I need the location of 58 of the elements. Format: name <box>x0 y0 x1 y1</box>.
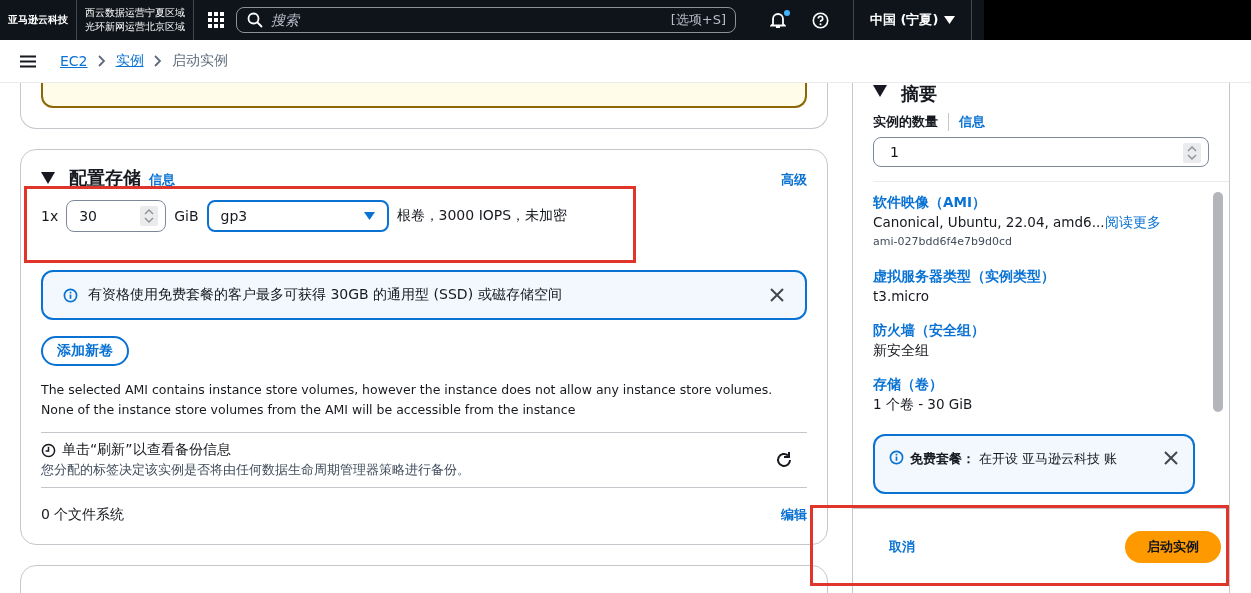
section-title: 摘要 <box>901 86 937 102</box>
file-systems-label: 0 个文件系统 <box>41 505 126 524</box>
note-text: None of the instance store volumes from the AMI will be accessible from the instance <box>41 401 577 419</box>
summary-label[interactable]: 存储（卷） <box>873 374 1207 394</box>
refresh-icon[interactable] <box>775 451 793 469</box>
scrollbar-thumb[interactable] <box>1213 192 1223 412</box>
ami-id: ami-027bdd6f4e7b9d0cd <box>873 234 1014 250</box>
breadcrumb-link[interactable]: EC2 <box>60 53 88 69</box>
instance-count-field[interactable]: 1 <box>873 137 1209 167</box>
read-more-link[interactable]: 阅读更多 <box>1104 214 1161 230</box>
breadcrumb-current: 启动实例 <box>171 52 228 70</box>
bell-icon[interactable] <box>770 11 786 29</box>
add-volume-button[interactable]: 添加新卷 <box>41 336 129 366</box>
info-icon <box>889 450 904 465</box>
region-note: 西云数据运营宁夏区域 <box>85 6 185 20</box>
caret-icon <box>944 16 956 24</box>
apps-grid-icon[interactable] <box>208 12 224 28</box>
summary-value: t3.micro <box>873 287 930 306</box>
stepper-icon[interactable] <box>1183 143 1201 163</box>
summary-label[interactable]: 防火墙（安全组） <box>873 320 1207 340</box>
region-note: 光环新网运营北京区域 <box>85 20 185 34</box>
summary-value: Canonical, Ubuntu, 22.04, amd6...阅读更多 <box>873 213 1162 232</box>
unit-label: GiB <box>174 208 199 224</box>
clock-icon <box>41 442 56 458</box>
note-text: The selected AMI contains instance store volumes, however the instance does not allow any instance store volumes. <box>41 381 774 399</box>
section-title: 配置存储 <box>69 166 141 190</box>
summary-label[interactable]: 虚拟服务器类型（实例类型） <box>873 266 1207 286</box>
caret-icon <box>363 212 375 220</box>
close-icon[interactable] <box>1163 450 1179 466</box>
help-icon[interactable] <box>812 11 829 29</box>
chevron-icon <box>97 55 106 67</box>
volume-type-select[interactable]: gp3 <box>206 200 389 232</box>
search-icon <box>247 12 263 28</box>
stepper-icon[interactable] <box>140 206 159 226</box>
backup-title: 单击“刷新”以查看备份信息 <box>62 441 231 459</box>
info-icon <box>63 287 78 303</box>
collapse-icon[interactable] <box>873 85 887 97</box>
volume-details: 根卷，3000 IOPS，未加密 <box>396 207 568 225</box>
summary-value: 新安全组 <box>873 341 930 360</box>
menu-icon[interactable] <box>20 54 36 68</box>
volume-count: 1x <box>41 208 59 224</box>
breadcrumb-link[interactable]: 实例 <box>115 52 144 70</box>
field-label: 实例的数量 <box>873 113 938 131</box>
launch-button[interactable]: 启动实例 <box>1125 531 1221 563</box>
edit-link[interactable]: 编辑 <box>781 496 807 524</box>
collapse-icon[interactable] <box>41 172 55 184</box>
info-link[interactable]: 信息 <box>149 171 175 189</box>
advanced-link[interactable]: 高级 <box>781 171 807 189</box>
backup-description: 您分配的标签决定该实例是否将由任何数据生命周期管理器策略进行备份。 <box>41 461 471 479</box>
chevron-icon <box>153 55 162 67</box>
close-icon[interactable] <box>769 287 785 303</box>
alert-text: 有资格使用免费套餐的客户最多可获得 30GB 的通用型 (SSD) 或磁存储空间 <box>88 286 563 304</box>
shortcut-hint: [选项+S] <box>670 11 726 29</box>
info-link[interactable]: 信息 <box>948 113 985 131</box>
summary-value: 1 个卷 - 30 GiB <box>873 395 974 414</box>
summary-label[interactable]: 软件映像（AMI） <box>873 192 1207 212</box>
cancel-button[interactable]: 取消 <box>883 537 921 557</box>
free-tier-text: 免费套餐： 在开设 亚马逊云科技 账 <box>910 450 1119 468</box>
